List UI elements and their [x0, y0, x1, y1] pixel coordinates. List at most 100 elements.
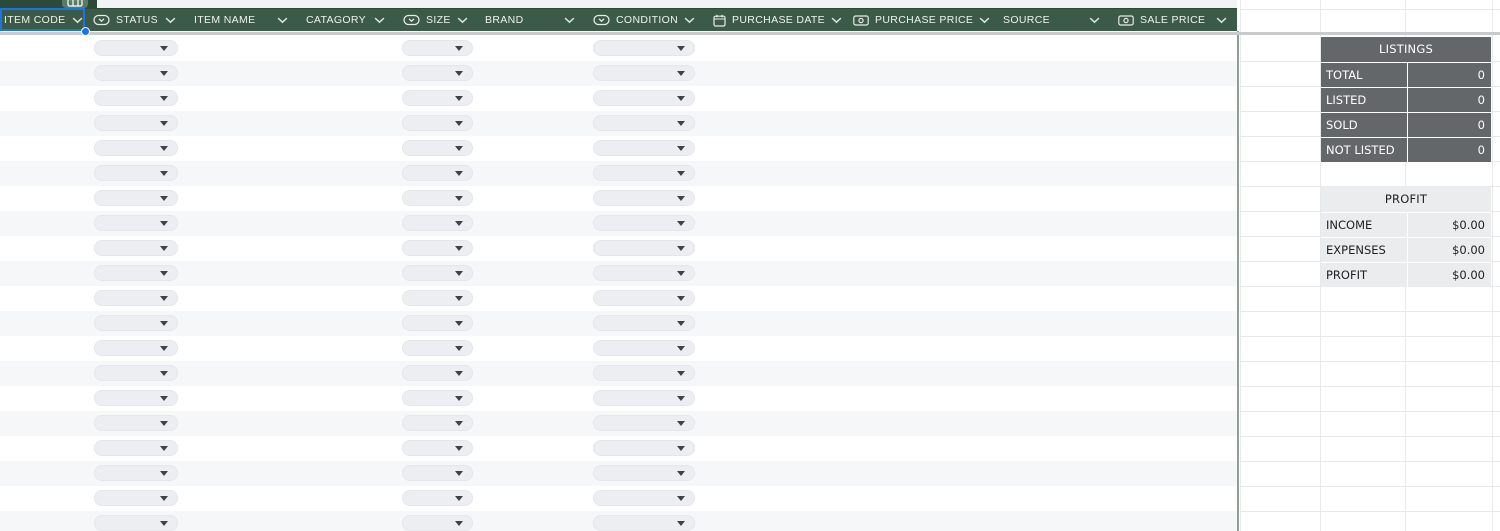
column-header-catagory[interactable]: CATAGORY [298, 9, 395, 31]
size-dropdown[interactable] [402, 240, 473, 256]
chevron-down-icon[interactable] [457, 17, 468, 24]
condition-dropdown[interactable] [593, 390, 695, 406]
chevron-down-icon[interactable] [1216, 17, 1227, 24]
column-header-sale-price[interactable]: SALE PRICE [1110, 9, 1237, 31]
column-header-purchase-price[interactable]: PURCHASE PRICE [845, 9, 995, 31]
size-dropdown[interactable] [402, 415, 473, 431]
condition-dropdown[interactable] [593, 440, 695, 456]
condition-dropdown[interactable] [593, 315, 695, 331]
status-dropdown[interactable] [94, 165, 178, 181]
condition-dropdown[interactable] [593, 40, 695, 56]
condition-dropdown[interactable] [593, 365, 695, 381]
condition-dropdown[interactable] [593, 515, 695, 531]
listings-summary-table: LISTINGS TOTAL 0 LISTED 0 SOLD 0 NOT LISTED 0 [1321, 37, 1491, 162]
size-dropdown[interactable] [402, 465, 473, 481]
size-dropdown[interactable] [402, 315, 473, 331]
chevron-down-icon[interactable] [165, 17, 176, 24]
table-row [0, 86, 1237, 111]
listings-title: LISTINGS [1379, 42, 1433, 56]
condition-dropdown[interactable] [593, 490, 695, 506]
freeze-divider[interactable] [0, 32, 1500, 35]
condition-dropdown[interactable] [593, 190, 695, 206]
condition-dropdown[interactable] [593, 115, 695, 131]
status-dropdown[interactable] [94, 440, 178, 456]
column-header-status[interactable]: STATUS [85, 9, 186, 31]
size-dropdown[interactable] [402, 390, 473, 406]
condition-dropdown[interactable] [593, 140, 695, 156]
status-dropdown[interactable] [94, 515, 178, 531]
chevron-down-icon[interactable] [831, 17, 842, 24]
size-dropdown[interactable] [402, 115, 473, 131]
status-dropdown[interactable] [94, 115, 178, 131]
status-dropdown[interactable] [94, 490, 178, 506]
size-dropdown[interactable] [402, 440, 473, 456]
size-dropdown[interactable] [402, 90, 473, 106]
condition-dropdown[interactable] [593, 240, 695, 256]
size-dropdown[interactable] [402, 65, 473, 81]
status-dropdown[interactable] [94, 340, 178, 356]
profit-row: EXPENSES $0.00 [1321, 237, 1491, 262]
chevron-down-icon[interactable] [72, 17, 83, 24]
column-header-brand[interactable]: BRAND [477, 9, 585, 31]
status-dropdown[interactable] [94, 190, 178, 206]
chevron-down-icon[interactable] [684, 17, 695, 24]
status-dropdown[interactable] [94, 40, 178, 56]
status-dropdown[interactable] [94, 465, 178, 481]
size-dropdown[interactable] [402, 140, 473, 156]
column-header-item-code[interactable]: ITEM CODE [0, 9, 85, 31]
listings-row-label: LISTED [1326, 93, 1367, 107]
column-header-item-name[interactable]: ITEM NAME [186, 9, 298, 31]
size-dropdown[interactable] [402, 490, 473, 506]
gridline [1240, 411, 1500, 412]
column-header-size[interactable]: SIZE [395, 9, 477, 31]
status-dropdown[interactable] [94, 365, 178, 381]
dropdown-arrow-icon [455, 421, 463, 426]
size-dropdown[interactable] [402, 290, 473, 306]
size-dropdown[interactable] [402, 40, 473, 56]
condition-dropdown[interactable] [593, 165, 695, 181]
status-dropdown[interactable] [94, 240, 178, 256]
status-dropdown[interactable] [94, 265, 178, 281]
chevron-down-icon[interactable] [374, 17, 385, 24]
size-dropdown[interactable] [402, 365, 473, 381]
status-dropdown[interactable] [94, 290, 178, 306]
condition-dropdown[interactable] [593, 265, 695, 281]
status-dropdown[interactable] [94, 90, 178, 106]
size-dropdown[interactable] [402, 265, 473, 281]
table-row [0, 111, 1237, 136]
dropdown-arrow-icon [160, 496, 168, 501]
column-header-condition[interactable]: CONDITION [585, 9, 705, 31]
size-dropdown[interactable] [402, 165, 473, 181]
status-dropdown[interactable] [94, 390, 178, 406]
status-dropdown[interactable] [94, 315, 178, 331]
status-dropdown[interactable] [94, 65, 178, 81]
condition-dropdown[interactable] [593, 90, 695, 106]
dropdown-arrow-icon [455, 71, 463, 76]
column-header-purchase-date[interactable]: PURCHASE DATE [705, 9, 845, 31]
condition-dropdown[interactable] [593, 65, 695, 81]
fill-handle[interactable] [81, 27, 90, 36]
column-header-source[interactable]: SOURCE [995, 9, 1110, 31]
chevron-down-icon[interactable] [1089, 17, 1100, 24]
chevron-down-icon[interactable] [979, 17, 990, 24]
column-header-label: ITEM NAME [194, 14, 256, 26]
dropdown-arrow-icon [677, 96, 685, 101]
status-dropdown[interactable] [94, 215, 178, 231]
chevron-down-icon[interactable] [564, 17, 575, 24]
condition-dropdown[interactable] [593, 340, 695, 356]
condition-dropdown[interactable] [593, 465, 695, 481]
size-dropdown[interactable] [402, 190, 473, 206]
condition-dropdown[interactable] [593, 215, 695, 231]
condition-dropdown[interactable] [593, 415, 695, 431]
table-tab[interactable] [0, 0, 97, 8]
money-icon [853, 14, 869, 26]
size-dropdown[interactable] [402, 215, 473, 231]
status-dropdown[interactable] [94, 415, 178, 431]
chevron-down-icon[interactable] [277, 17, 288, 24]
condition-dropdown[interactable] [593, 290, 695, 306]
size-dropdown[interactable] [402, 515, 473, 531]
profit-row: INCOME $0.00 [1321, 212, 1491, 237]
size-dropdown[interactable] [402, 340, 473, 356]
status-dropdown[interactable] [94, 140, 178, 156]
table-row [0, 386, 1237, 411]
